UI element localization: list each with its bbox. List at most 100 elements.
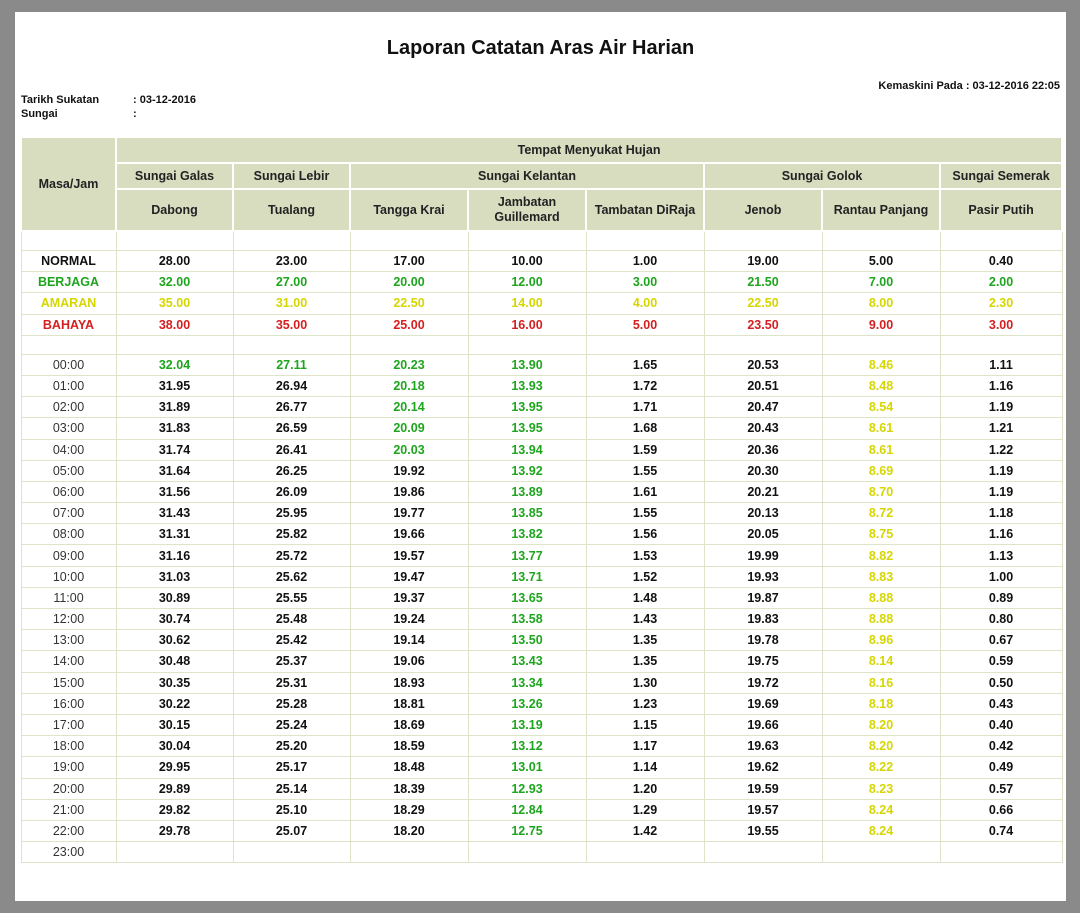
reading-value: 26.77 [232,396,351,419]
reading-row: 15:00 30.35 25.31 18.93 13.34 1.30 19.72 8.16 0.… [20,671,1063,694]
reading-value: 25.62 [232,565,351,588]
reading-value: 27.11 [232,353,351,376]
reading-value: 13.94 [467,438,587,461]
threshold-value: 2.30 [939,292,1063,315]
reading-value: 19.92 [349,459,469,482]
reading-value: 8.24 [821,798,941,821]
reading-value: 19.24 [349,607,469,631]
reading-value: 1.52 [585,565,705,588]
reading-value: 13.43 [467,650,587,673]
reading-value: 18.69 [349,713,469,737]
threshold-value: 16.00 [467,313,587,336]
reading-value: 20.21 [703,480,823,504]
reading-row: 12:00 30.74 25.48 19.24 13.58 1.43 19.83 8.88 0.… [20,607,1063,631]
last-updated: Kemaskini Pada : 03-12-2016 22:05 [878,80,1060,92]
reading-value: 8.69 [821,459,941,482]
reading-value: 8.54 [821,396,941,419]
reading-value: 19.66 [349,523,469,546]
reading-value: 1.35 [585,629,705,652]
reading-time: 05:00 [20,459,117,482]
reading-value: 1.43 [585,607,705,631]
reading-value: 25.37 [232,650,351,673]
reading-value: 31.83 [115,417,234,440]
threshold-value: 25.00 [349,313,469,336]
station-header: Rantau Panjang [821,188,941,232]
reading-value [467,841,587,864]
reading-value: 20.30 [703,459,823,482]
empty-cell [115,334,234,355]
reading-value: 31.95 [115,374,234,398]
threshold-value: 38.00 [115,313,234,336]
reading-value: 13.89 [467,480,587,504]
threshold-value: 35.00 [115,292,234,315]
reading-value: 25.17 [232,756,351,779]
reading-value: 18.59 [349,735,469,758]
threshold-row-amaran: AMARAN 35.00 31.00 22.50 14.00 4.00 22.50 8.00 2… [20,292,1063,315]
reading-value: 0.42 [939,735,1063,758]
threshold-value: 7.00 [821,271,941,294]
reading-value: 8.20 [821,713,941,737]
threshold-value: 3.00 [939,313,1063,336]
reading-value: 19.72 [703,671,823,694]
empty-cell [349,334,469,355]
threshold-row-berjaga: BERJAGA 32.00 27.00 20.00 12.00 3.00 21.50 7.00… [20,271,1063,294]
reading-value: 8.23 [821,777,941,800]
threshold-row-bahaya: BAHAYA 38.00 35.00 25.00 16.00 5.00 23.50 9.00 3… [20,313,1063,336]
reading-value: 30.35 [115,671,234,694]
reading-row: 07:00 31.43 25.95 19.77 13.85 1.55 20.13 8.72 1.… [20,502,1063,525]
reading-value: 29.78 [115,819,234,843]
reading-value [939,841,1063,864]
reading-value: 1.15 [585,713,705,737]
reading-value: 19.62 [703,756,823,779]
reading-value: 20.47 [703,396,823,419]
reading-value: 19.83 [703,607,823,631]
reading-value: 8.88 [821,586,941,610]
reading-value: 19.59 [703,777,823,800]
reading-value: 13.77 [467,544,587,567]
reading-value: 25.48 [232,607,351,631]
reading-value: 19.14 [349,629,469,652]
reading-time: 09:00 [20,544,117,567]
reading-time: 14:00 [20,650,117,673]
reading-value: 13.93 [467,374,587,398]
empty-cell [585,230,705,251]
reading-value: 1.29 [585,798,705,821]
reading-value: 31.16 [115,544,234,567]
reading-time: 13:00 [20,629,117,652]
measurement-date-value: : 03-12-2016 [133,94,196,106]
station-group-header: Tempat Menyukat Hujan [114,136,1064,164]
reading-value: 1.20 [585,777,705,800]
reading-value: 26.41 [232,438,351,461]
reading-value: 13.50 [467,629,587,652]
reading-value: 25.20 [232,735,351,758]
reading-value [585,841,705,864]
reading-value: 1.16 [939,523,1063,546]
reading-value: 8.20 [821,735,941,758]
threshold-value: 17.00 [349,249,469,273]
threshold-value: 23.50 [703,313,823,336]
reading-time: 18:00 [20,735,117,758]
reading-value: 13.12 [467,735,587,758]
empty-cell [703,230,823,251]
threshold-value: 14.00 [467,292,587,315]
reading-row: 22:00 29.78 25.07 18.20 12.75 1.42 19.55 8.24 0.… [20,819,1063,843]
reading-value: 13.95 [467,417,587,440]
reading-value: 30.04 [115,735,234,758]
reading-value: 12.75 [467,819,587,843]
spacer-row [20,334,1063,355]
reading-value: 0.80 [939,607,1063,631]
threshold-label: NORMAL [20,249,117,273]
threshold-value: 3.00 [585,271,705,294]
reading-row: 05:00 31.64 26.25 19.92 13.92 1.55 20.30 8.69 1.… [20,459,1063,482]
reading-value: 13.58 [467,607,587,631]
reading-value: 8.82 [821,544,941,567]
reading-row: 17:00 30.15 25.24 18.69 13.19 1.15 19.66 8.20 0.… [20,713,1063,737]
reading-value: 1.19 [939,480,1063,504]
threshold-value: 5.00 [585,313,705,336]
reading-value: 8.83 [821,565,941,588]
reading-value: 19.47 [349,565,469,588]
reading-time: 00:00 [20,353,117,376]
reading-value: 1.72 [585,374,705,398]
reading-row: 08:00 31.31 25.82 19.66 13.82 1.56 20.05 8.75 1.… [20,523,1063,546]
reading-value: 0.57 [939,777,1063,800]
